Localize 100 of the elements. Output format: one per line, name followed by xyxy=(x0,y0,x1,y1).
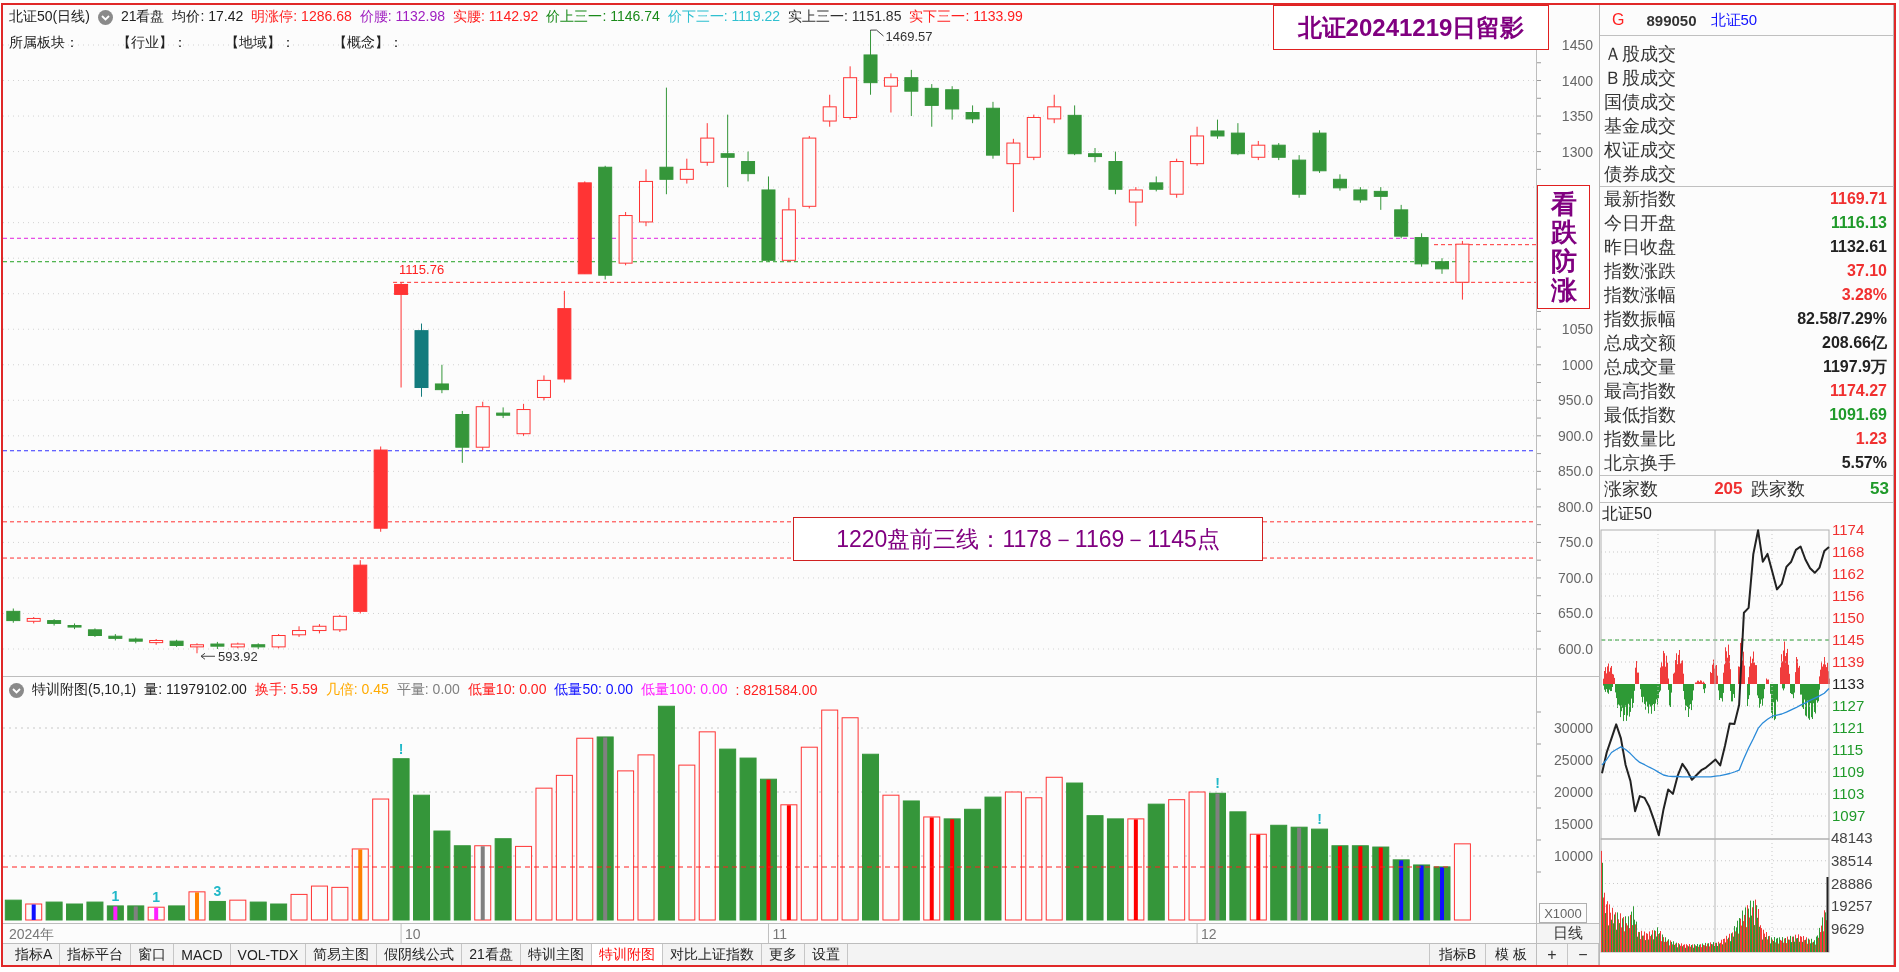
quote-value: 1197.9万 xyxy=(1822,356,1887,377)
indicator-value: 几倍: 0.45 xyxy=(325,681,389,699)
quote-label: 今日开盘 xyxy=(1604,212,1676,235)
breadth-count: 205 xyxy=(1714,479,1743,499)
axis-label: 30000 xyxy=(1554,720,1593,736)
quote-label: 指数振幅 xyxy=(1604,308,1676,331)
tab[interactable]: 简易主图 xyxy=(306,944,378,965)
axis-label: 1150 xyxy=(1832,609,1865,627)
chevron-circle-icon[interactable] xyxy=(9,682,24,698)
tab[interactable]: MACD xyxy=(174,944,231,965)
intraday-title: 北证50 xyxy=(1601,503,1653,524)
axis-label: 48143 xyxy=(1831,829,1873,846)
indicator-value: 均价: 17.42 xyxy=(172,8,244,26)
tab[interactable]: 特训附图 xyxy=(591,944,663,965)
axis-label: 28886 xyxy=(1831,874,1873,892)
turnover-label: Ｂ股成交 xyxy=(1603,67,1677,90)
sector-label: 【行业】： xyxy=(117,34,187,52)
quote-label: 昨日收盘 xyxy=(1604,236,1676,259)
quote-value: 82.58/7.29% xyxy=(1797,310,1887,328)
tab[interactable]: 假阴线公式 xyxy=(377,944,463,965)
signal-marker: ! xyxy=(398,740,404,757)
axis-label: 15000 xyxy=(1554,816,1593,832)
sector-label: 【概念】： xyxy=(333,34,403,52)
date-label: 12 xyxy=(1201,926,1217,942)
price-label: 1115.76 xyxy=(399,262,445,278)
sector-label: 所属板块： xyxy=(9,34,79,52)
leader-line xyxy=(870,29,884,37)
axis-label: 19257 xyxy=(1831,897,1873,915)
axis-label: 1109 xyxy=(1832,763,1865,781)
axis-label: 1174 xyxy=(1832,521,1865,538)
tab[interactable]: 更多 xyxy=(761,944,805,965)
axis-label: 9629 xyxy=(1831,920,1865,937)
indicator-value: 价腰: 1132.98 xyxy=(359,8,446,26)
turnover-label: 国债成交 xyxy=(1603,91,1677,114)
indicator-value: 明涨停: 1286.68 xyxy=(251,8,352,26)
indicator-value: 平量: 0.00 xyxy=(396,681,460,699)
quote-label: 总成交量 xyxy=(1604,356,1676,379)
quote-value: 1091.69 xyxy=(1829,406,1887,424)
tab[interactable]: 指标A xyxy=(8,944,61,965)
leader-line xyxy=(200,652,216,660)
axis-label: 750.0 xyxy=(1557,534,1593,551)
chevron-circle-icon[interactable] xyxy=(97,9,113,25)
indicator-value: 实腰: 1142.92 xyxy=(453,8,539,26)
axis-label: 10000 xyxy=(1554,848,1593,864)
security-code: 899050 xyxy=(1646,11,1697,29)
tab[interactable]: 特训主图 xyxy=(520,944,592,965)
unit-label: X1000 xyxy=(1539,903,1587,923)
quote-value: 1.23 xyxy=(1855,430,1887,448)
axis-label: 25000 xyxy=(1554,752,1593,768)
quote-label: 最新指数 xyxy=(1604,188,1676,211)
quote-label: 指数涨幅 xyxy=(1604,284,1676,307)
quote-value: 1132.61 xyxy=(1830,238,1887,256)
quote-value: 1174.27 xyxy=(1830,382,1887,400)
quote-label: 总成交额 xyxy=(1604,332,1676,355)
quote-value: 208.66亿 xyxy=(1822,332,1887,353)
zoom-out-button[interactable]: − xyxy=(1568,944,1599,965)
sector-label: 【地域】： xyxy=(225,34,295,52)
date-label: 10 xyxy=(405,926,421,942)
axis-label: 1127 xyxy=(1832,697,1865,714)
signal-marker: ! xyxy=(1317,811,1322,828)
tab[interactable]: VOL-TDX xyxy=(230,944,307,965)
security-name: 北证50 xyxy=(1710,10,1758,30)
quote-value: 37.10 xyxy=(1846,262,1887,280)
signal-marker: 1 xyxy=(152,889,161,906)
axis-label: 950.0 xyxy=(1557,392,1593,409)
tab[interactable]: 21看盘 xyxy=(462,944,521,965)
axis-label: 1168 xyxy=(1832,543,1865,560)
axis-label: 1156 xyxy=(1832,587,1865,605)
axis-label: 1133 xyxy=(1832,675,1865,692)
turnover-label: 权证成交 xyxy=(1603,139,1677,162)
axis-label: 1000 xyxy=(1561,356,1593,373)
axis-label: 650.0 xyxy=(1557,605,1593,622)
note-banner: 北证20241219日留影 xyxy=(1273,5,1549,50)
period-button[interactable]: 日线 xyxy=(1536,924,1599,943)
market-label: G xyxy=(1612,11,1625,29)
date-label: 11 xyxy=(772,926,787,942)
chart-title: 北证50(日线) xyxy=(9,8,90,26)
quote-label: 最低指数 xyxy=(1604,404,1676,427)
price-label: 593.92 xyxy=(218,649,258,665)
price-label: 1469.57 xyxy=(885,29,933,45)
quote-value: 1116.13 xyxy=(1830,214,1887,232)
plan-note: 1220盘前三线：1178－1169－1145点 xyxy=(793,517,1263,561)
zoom-in-button[interactable]: + xyxy=(1537,944,1568,965)
signal-marker: 1 xyxy=(111,887,120,904)
axis-label: 1400 xyxy=(1561,72,1593,89)
quote-value: 3.28% xyxy=(1841,286,1887,304)
indicator-value: 量: 11979102.00 xyxy=(144,681,247,699)
indicator-value: : 8281584.00 xyxy=(735,682,818,698)
quote-label: 指数量比 xyxy=(1604,428,1676,451)
tab[interactable]: 设置 xyxy=(804,944,848,965)
tab[interactable]: 指标平台 xyxy=(60,944,132,965)
tab[interactable]: 窗口 xyxy=(131,944,175,965)
indicator-value: 价上三一: 1146.74 xyxy=(546,8,660,26)
menu-label[interactable]: 21看盘 xyxy=(120,8,165,26)
tab[interactable]: 对比上证指数 xyxy=(662,944,762,965)
panel-title: 特训附图(5,10,1) xyxy=(32,681,137,699)
axis-label: 1300 xyxy=(1561,143,1593,160)
tab[interactable]: 指标B xyxy=(1428,944,1486,965)
turnover-label: Ａ股成交 xyxy=(1603,43,1677,66)
indicator-value: 低量10: 0.00 xyxy=(467,681,547,699)
